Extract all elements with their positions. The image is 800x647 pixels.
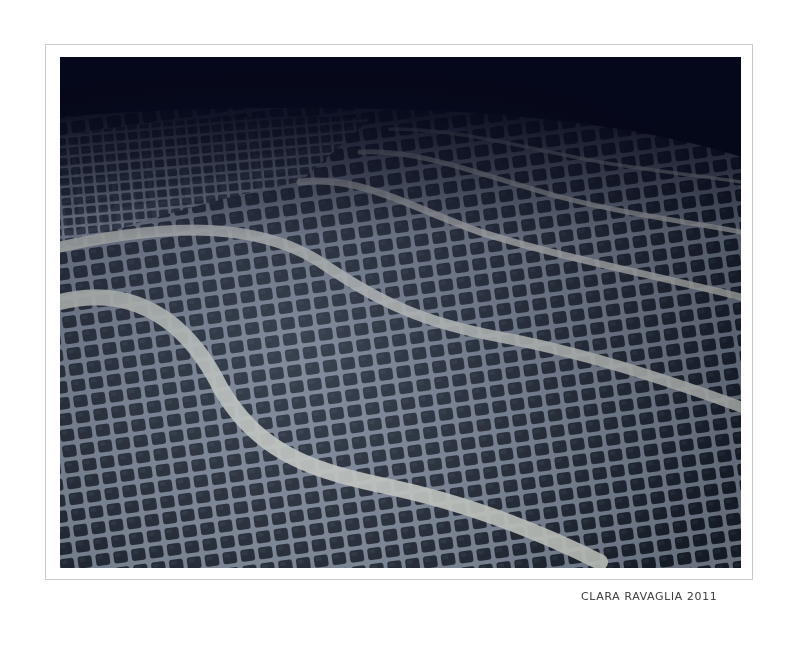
photo-credit: CLARA RAVAGLIA 2011 [581, 590, 718, 603]
cobblestone-photo [60, 57, 741, 568]
cobblestone-image [60, 57, 741, 568]
